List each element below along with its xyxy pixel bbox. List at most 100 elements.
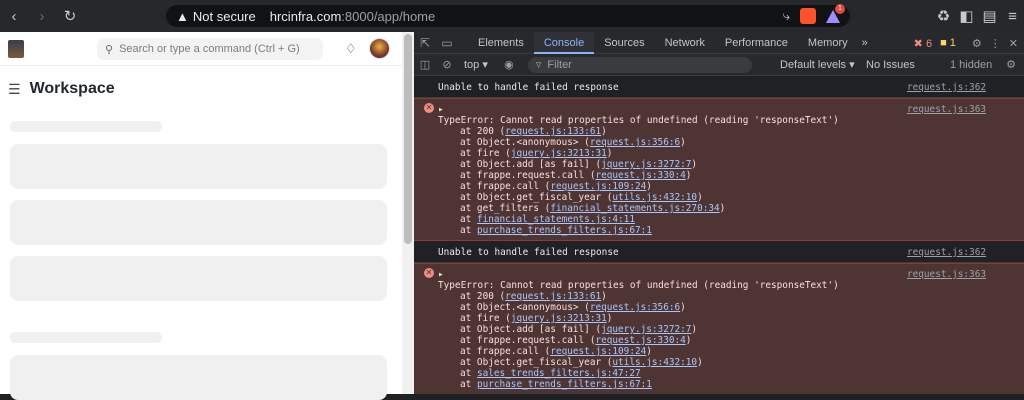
frame-link[interactable]: request.js:330:4 [595, 170, 685, 181]
tab-performance[interactable]: Performance [715, 32, 798, 54]
reload-icon[interactable]: ↻ [56, 0, 84, 32]
menu-icon[interactable]: ≡ [1001, 0, 1024, 32]
frame-link[interactable]: purchase_trends_filters.js:67:1 [477, 225, 652, 236]
console-settings-gear-icon[interactable]: ⚙ [1006, 54, 1016, 76]
stack-frame: at Object.get_fiscal_year (utils.js:432:… [438, 192, 1024, 203]
search-input[interactable]: ⚲ Search or type a command (Ctrl + G) [97, 38, 323, 60]
back-icon[interactable]: ‹ [0, 0, 28, 32]
warning-icon: ▲ [176, 8, 189, 24]
log-levels-dropdown[interactable]: Default levels ▾ [780, 54, 855, 76]
kebab-menu-icon[interactable]: ⋮ [990, 37, 1001, 50]
sidebar-toggle-icon[interactable]: ◫ [414, 58, 436, 71]
page-title: Workspace [29, 80, 115, 97]
stack-frame: at fire (jquery.js:3213:31) [438, 313, 1024, 324]
forward-icon[interactable]: › [28, 0, 56, 32]
frame-prefix: at fire ( [460, 313, 511, 324]
frame-link[interactable]: request.js:133:61 [505, 126, 601, 137]
skeleton-card [10, 355, 387, 400]
frame-suffix: ) [606, 148, 613, 159]
frame-link[interactable]: jquery.js:3213:31 [511, 313, 607, 324]
stack-frame: at frappe.call (request.js:109:24) [438, 181, 1024, 192]
error-count-badge[interactable]: ✖ 6 [914, 37, 932, 50]
frame-link[interactable]: utils.js:432:10 [612, 357, 697, 368]
expand-triangle-icon[interactable]: ▸ [438, 269, 444, 280]
clear-console-icon[interactable]: ⊘ [436, 58, 458, 71]
frame-prefix: at frappe.call ( [460, 181, 551, 192]
address-bar[interactable]: ▲ Not secure hrcinfra.com:8000/app/home … [166, 3, 850, 27]
avatar[interactable] [369, 38, 390, 59]
stack-frame: at frappe.request.call (request.js:330:4… [438, 335, 1024, 346]
frame-link[interactable]: purchase_trends_filters.js:67:1 [477, 379, 652, 390]
frame-link[interactable]: request.js:109:24 [550, 181, 646, 192]
skeleton-card [10, 256, 387, 301]
frame-link[interactable]: request.js:356:6 [590, 302, 680, 313]
frame-prefix: at [460, 225, 477, 236]
hamburger-icon[interactable]: ☰ [8, 81, 21, 98]
inspect-element-icon[interactable]: ⇱ [414, 36, 436, 50]
tab-memory[interactable]: Memory [798, 32, 858, 54]
frame-link[interactable]: request.js:330:4 [595, 335, 685, 346]
frame-link[interactable]: financial_statements.js:4:11 [477, 214, 635, 225]
frame-link[interactable]: request.js:356:6 [590, 137, 680, 148]
app-logo[interactable] [8, 40, 24, 58]
frame-link[interactable]: jquery.js:3272:7 [601, 324, 691, 335]
notification-bell-icon[interactable]: ♢ [345, 41, 359, 57]
scrollbar-thumb[interactable] [404, 34, 412, 244]
stack-frame: at purchase_trends_filters.js:67:1 [438, 225, 1024, 236]
device-toolbar-icon[interactable]: ▭ [436, 36, 458, 50]
tab-network[interactable]: Network [655, 32, 715, 54]
more-tabs-icon[interactable]: » [858, 32, 872, 54]
frame-suffix: ) [680, 137, 686, 148]
source-link[interactable]: request.js:363 [907, 104, 986, 115]
source-link[interactable]: request.js:362 [907, 247, 986, 258]
devtools-panel: ⇱ ▭ Elements Console Sources Network Per… [414, 31, 1024, 394]
share-icon[interactable]: ⤷ [783, 8, 790, 24]
tab-console[interactable]: Console [533, 31, 595, 54]
live-expression-eye-icon[interactable]: ◉ [498, 58, 520, 71]
source-link[interactable]: request.js:362 [907, 82, 986, 93]
navbar: ⚲ Search or type a command (Ctrl + G) ♢ [0, 32, 402, 66]
url-path: :8000/app/home [341, 8, 436, 24]
context-selector[interactable]: top ▾ [458, 58, 494, 71]
rewards-badge: 1 [835, 3, 845, 14]
source-link[interactable]: request.js:363 [907, 269, 986, 280]
stack-frame: at frappe.request.call (request.js:330:4… [438, 170, 1024, 181]
settings-gear-icon[interactable]: ⚙ [972, 37, 982, 50]
frame-link[interactable]: utils.js:432:10 [612, 192, 697, 203]
brave-rewards-icon[interactable]: 1 [826, 3, 845, 23]
skeleton-card [10, 200, 387, 245]
sidebar-icon[interactable]: ◧ [955, 0, 978, 32]
frame-link[interactable]: request.js:109:24 [550, 346, 646, 357]
frame-link[interactable]: financial_statements.js:270:34 [550, 203, 719, 214]
skeleton-card [10, 144, 387, 189]
warning-count-badge[interactable]: ■ 1 [940, 37, 956, 49]
extensions-icon[interactable]: ♻ [932, 0, 955, 32]
filter-input[interactable]: ▿ Filter [527, 56, 752, 73]
console-toolbar: ◫ ⊘ top ▾ ◉ ▿ Filter Default levels ▾ No… [414, 54, 1024, 76]
frame-suffix: ) [691, 159, 698, 170]
frame-suffix: ) [685, 170, 692, 181]
close-icon[interactable]: ✕ [1009, 37, 1018, 50]
brave-shields-icon[interactable] [800, 8, 816, 24]
tab-sources[interactable]: Sources [594, 32, 654, 54]
security-label[interactable]: Not secure [193, 9, 256, 24]
issues-button[interactable]: No Issues [866, 54, 915, 76]
skeleton-line [10, 121, 162, 132]
frame-prefix: at frappe.request.call ( [460, 335, 596, 346]
error-count: 6 [925, 37, 933, 50]
tab-elements[interactable]: Elements [468, 32, 534, 54]
frame-link[interactable]: request.js:133:61 [505, 291, 601, 302]
wallet-icon[interactable]: ▤ [978, 0, 1001, 32]
error-message: TypeError: Cannot read properties of und… [438, 280, 839, 291]
frame-prefix: at [460, 379, 477, 390]
frame-link[interactable]: jquery.js:3272:7 [601, 159, 691, 170]
stack-frame: at fire (jquery.js:3213:31) [438, 148, 1024, 159]
frame-prefix: at get_filters ( [460, 203, 551, 214]
frame-link[interactable]: jquery.js:3213:31 [511, 148, 607, 159]
hidden-count: 1 hidden [950, 59, 993, 71]
search-icon: ⚲ [105, 43, 114, 56]
frame-link[interactable]: sales_trends_filters.js:47:27 [477, 368, 641, 379]
stack-frame: at frappe.call (request.js:109:24) [438, 346, 1024, 357]
error-icon: ✕ [424, 268, 434, 278]
expand-triangle-icon[interactable]: ▸ [438, 104, 444, 115]
